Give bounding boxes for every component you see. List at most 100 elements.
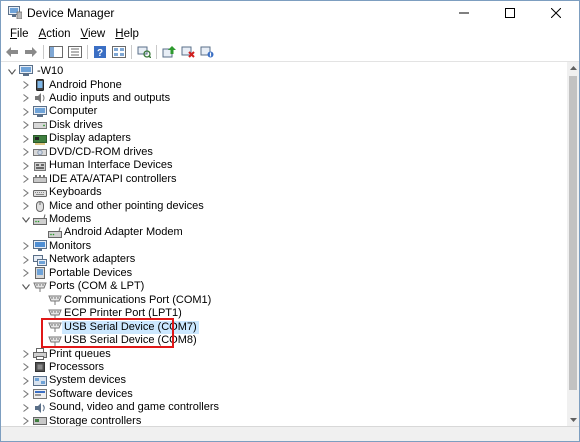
expand-chevron-icon[interactable] xyxy=(21,79,31,92)
menu-view[interactable]: View xyxy=(76,28,111,40)
monitor-icon xyxy=(33,240,47,252)
computer-icon xyxy=(33,105,47,118)
expand-chevron-icon[interactable] xyxy=(21,348,31,361)
forward-icon[interactable] xyxy=(23,45,39,59)
network-adapter-icon xyxy=(33,254,47,266)
menu-bar: File Action View Help xyxy=(1,25,579,43)
maximize-button[interactable] xyxy=(487,1,533,25)
tree-device-item[interactable]: Communications Port (COM1) xyxy=(64,294,211,307)
expand-chevron-icon[interactable] xyxy=(21,388,31,401)
expand-chevron-icon[interactable] xyxy=(21,119,31,132)
hid-icon xyxy=(33,160,47,172)
tree-category-item[interactable]: Storage controllers xyxy=(49,415,141,426)
software-device-icon xyxy=(33,388,47,400)
storage-controller-icon xyxy=(33,415,47,426)
expand-chevron-icon[interactable] xyxy=(21,92,31,105)
tree-category-item[interactable]: Display adapters xyxy=(49,132,131,145)
tree-category-item[interactable]: IDE ATA/ATAPI controllers xyxy=(49,173,177,186)
scrollbar-thumb[interactable] xyxy=(569,76,577,390)
dvd-drive-icon xyxy=(33,146,47,158)
tree-category-item[interactable]: Print queues xyxy=(49,348,111,361)
menu-file[interactable]: File xyxy=(5,28,34,40)
tree-category-item[interactable]: Audio inputs and outputs xyxy=(49,92,170,105)
update-driver-icon[interactable] xyxy=(161,45,177,59)
vertical-scrollbar[interactable] xyxy=(567,62,579,426)
port-icon xyxy=(33,281,47,293)
expand-chevron-icon[interactable] xyxy=(21,132,31,145)
expand-chevron-icon[interactable] xyxy=(21,105,31,118)
tree-category-item[interactable]: Ports (COM & LPT) xyxy=(49,280,144,293)
menu-help[interactable]: Help xyxy=(110,28,144,40)
expand-chevron-icon[interactable] xyxy=(21,267,31,280)
toolbar-separator xyxy=(156,45,157,59)
modem-icon xyxy=(33,213,47,226)
collapse-chevron-icon[interactable] xyxy=(21,280,31,293)
close-button[interactable] xyxy=(533,1,579,25)
properties-icon[interactable] xyxy=(67,45,83,59)
printer-icon xyxy=(33,348,47,360)
tree-category-item[interactable]: System devices xyxy=(49,374,126,387)
expand-chevron-icon[interactable] xyxy=(21,361,31,374)
tree-category-item[interactable]: Sound, video and game controllers xyxy=(49,401,219,414)
expand-chevron-icon[interactable] xyxy=(21,159,31,172)
expand-chevron-icon[interactable] xyxy=(21,240,31,253)
uninstall-device-icon[interactable] xyxy=(180,45,196,59)
tree-category-item[interactable]: Android Phone xyxy=(49,79,122,92)
expand-chevron-icon[interactable] xyxy=(21,415,31,426)
portable-device-icon xyxy=(33,267,47,280)
phone-icon xyxy=(33,79,47,91)
help-icon[interactable]: ? xyxy=(92,45,108,59)
scroll-down-icon[interactable] xyxy=(567,414,579,426)
tree-category-item[interactable]: Keyboards xyxy=(49,186,102,199)
computer-icon xyxy=(19,65,33,77)
tree-category-item[interactable]: Disk drives xyxy=(49,119,103,132)
tree-category-item[interactable]: Software devices xyxy=(49,388,133,401)
disable-device-icon[interactable] xyxy=(199,45,215,59)
toolbar-separator xyxy=(131,45,132,59)
tree-category-item[interactable]: Modems xyxy=(49,213,91,226)
keyboard-icon xyxy=(33,187,47,199)
show-hide-console-tree-icon[interactable] xyxy=(48,45,64,59)
view-icon[interactable] xyxy=(111,45,127,59)
minimize-button[interactable] xyxy=(441,1,487,25)
tree-category-item[interactable]: Monitors xyxy=(49,240,91,253)
tree-category-item[interactable]: Portable Devices xyxy=(49,267,132,280)
tree-category-item[interactable]: Processors xyxy=(49,361,104,374)
root-expander-icon[interactable] xyxy=(7,65,17,78)
tree-category-item[interactable]: Human Interface Devices xyxy=(49,159,173,172)
device-manager-window: Device Manager File Action View Help ? -… xyxy=(0,0,580,442)
expand-chevron-icon[interactable] xyxy=(21,173,31,186)
tree-category-item[interactable]: DVD/CD-ROM drives xyxy=(49,146,153,159)
sound-icon xyxy=(33,402,47,414)
scan-hardware-changes-icon[interactable] xyxy=(136,45,152,59)
system-device-icon xyxy=(33,375,47,387)
scroll-up-icon[interactable] xyxy=(567,62,579,74)
root-computer-label[interactable]: -W10 xyxy=(37,65,63,78)
tree-category-item[interactable]: Network adapters xyxy=(49,253,135,266)
highlight-box xyxy=(41,318,174,348)
collapse-chevron-icon[interactable] xyxy=(21,213,31,226)
audio-icon xyxy=(33,92,47,104)
expand-chevron-icon[interactable] xyxy=(21,401,31,414)
port-icon xyxy=(48,294,62,306)
expand-chevron-icon[interactable] xyxy=(21,200,31,213)
tree-category-item[interactable]: Computer xyxy=(49,105,97,118)
title-bar: Device Manager xyxy=(1,1,579,25)
expand-chevron-icon[interactable] xyxy=(21,186,31,199)
processor-icon xyxy=(33,361,47,373)
ide-controller-icon xyxy=(33,173,47,185)
tree-device-item[interactable]: Android Adapter Modem xyxy=(64,226,183,239)
expand-chevron-icon[interactable] xyxy=(21,253,31,266)
expand-chevron-icon[interactable] xyxy=(21,374,31,387)
menu-action[interactable]: Action xyxy=(34,28,76,40)
display-adapter-icon xyxy=(33,133,47,145)
device-tree: -W10 Android Phone Audio inputs and outpu… xyxy=(1,62,567,426)
tree-category-item[interactable]: Mice and other pointing devices xyxy=(49,200,204,213)
toolbar-separator xyxy=(87,45,88,59)
back-icon[interactable] xyxy=(4,45,20,59)
toolbar-separator xyxy=(43,45,44,59)
svg-text:?: ? xyxy=(97,48,103,58)
disk-drive-icon xyxy=(33,119,47,131)
status-bar xyxy=(1,426,579,441)
expand-chevron-icon[interactable] xyxy=(21,146,31,159)
